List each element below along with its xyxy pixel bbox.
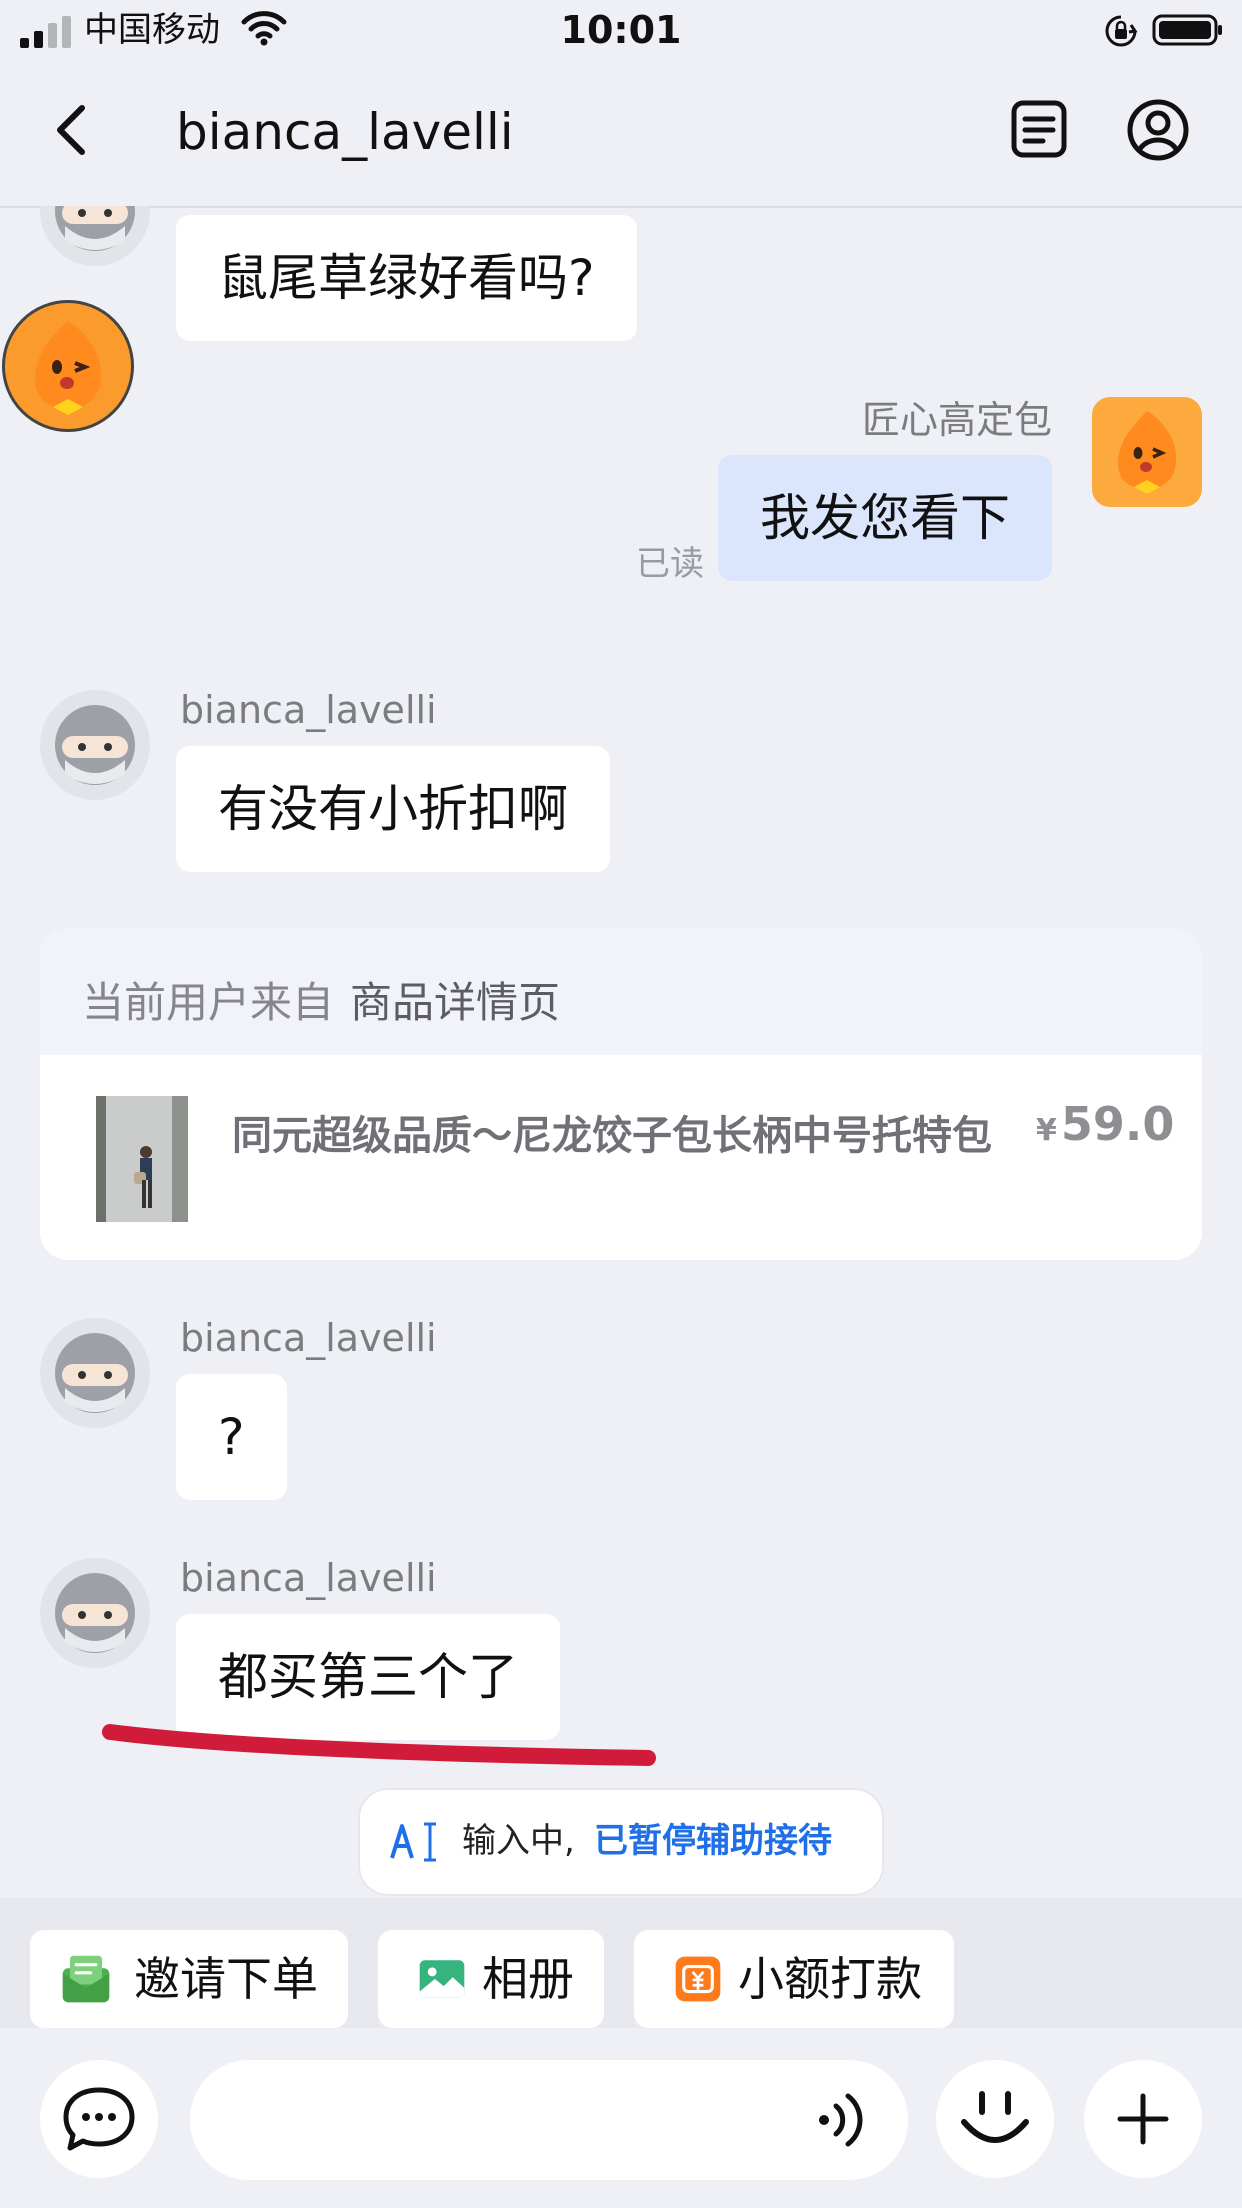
- customer-avatar[interactable]: [40, 690, 150, 800]
- product-name: 同元超级品质～尼龙饺子包长柄中号托特包: [232, 1113, 992, 1159]
- card-header: 当前用户来自 商品详情页: [40, 929, 1202, 1055]
- source-page: 商品详情页: [350, 978, 561, 1027]
- text-cursor-icon: [390, 1822, 436, 1862]
- voice-icon[interactable]: [814, 2090, 872, 2150]
- currency-symbol: ¥: [1036, 1113, 1057, 1148]
- emoji-button[interactable]: [936, 2060, 1054, 2178]
- input-bar: [0, 2028, 1242, 2208]
- message-input[interactable]: [190, 2060, 908, 2180]
- invite-order-icon: [62, 1955, 110, 2003]
- typing-text: 输入中,: [462, 1821, 575, 1861]
- notes-icon[interactable]: [1008, 98, 1070, 160]
- customer-avatar[interactable]: [40, 1318, 150, 1428]
- product-thumbnail[interactable]: [96, 1096, 188, 1222]
- sender-name: bianca_lavelli: [180, 1316, 437, 1360]
- quick-action-bar: 邀请下单 相册 小额打款: [0, 1898, 1242, 2028]
- sender-name: bianca_lavelli: [180, 1556, 437, 1600]
- sender-name: bianca_lavelli: [180, 688, 437, 732]
- paused-assist-link[interactable]: 已暂停辅助接待: [594, 1818, 832, 1864]
- status-bar: 中国移动 10:01: [0, 0, 1242, 60]
- invite-order-label: 邀请下单: [134, 1952, 318, 2006]
- small-payment-button[interactable]: 小额打款: [634, 1930, 954, 2028]
- smile-icon: [961, 2091, 1029, 2143]
- product-source-card[interactable]: 当前用户来自 商品详情页 同元超级品质～尼龙饺子包长柄中号托特包 ¥59.0: [40, 929, 1202, 1260]
- assistant-avatar[interactable]: [2, 300, 134, 432]
- more-button[interactable]: [1084, 2060, 1202, 2178]
- message-bubble[interactable]: 鼠尾草绿好看吗?: [176, 215, 637, 341]
- highlight-underline: [102, 1724, 656, 1766]
- read-receipt: 已读: [636, 544, 704, 584]
- invite-order-button[interactable]: 邀请下单: [30, 1930, 348, 2028]
- self-avatar[interactable]: [1092, 397, 1202, 507]
- back-button[interactable]: [44, 100, 104, 160]
- mascot-icon: [1118, 411, 1177, 494]
- album-icon: [419, 1960, 465, 1998]
- message-bubble[interactable]: ?: [176, 1374, 287, 1500]
- rotation-lock-icon: [1105, 15, 1138, 47]
- plus-icon: [1117, 2093, 1169, 2145]
- small-payment-icon: [675, 1956, 721, 2002]
- album-button[interactable]: 相册: [378, 1930, 604, 2028]
- mascot-icon: [35, 321, 102, 415]
- customer-avatar[interactable]: [40, 1558, 150, 1668]
- small-payment-label: 小额打款: [738, 1952, 922, 2006]
- price-value: 59.0: [1060, 1097, 1175, 1151]
- product-price: ¥59.0: [1036, 1097, 1174, 1151]
- ninja-avatar-icon: [55, 705, 135, 785]
- source-prefix: 当前用户来自: [82, 978, 335, 1027]
- profile-icon[interactable]: [1126, 98, 1190, 162]
- battery-icon: [1152, 14, 1222, 46]
- chat-bubble-icon: [63, 2087, 135, 2151]
- chat-header: bianca_lavelli: [0, 60, 1242, 208]
- ninja-avatar-icon: [55, 1333, 135, 1413]
- product-photo: [96, 1096, 188, 1222]
- chat-title: bianca_lavelli: [176, 103, 514, 161]
- self-message-bubble[interactable]: 我发您看下: [718, 455, 1052, 581]
- sender-name: 匠心高定包: [862, 398, 1053, 442]
- album-label: 相册: [482, 1952, 574, 2006]
- ninja-avatar-icon: [55, 1573, 135, 1653]
- quick-reply-button[interactable]: [40, 2060, 158, 2178]
- message-bubble[interactable]: 有没有小折扣啊: [176, 746, 610, 872]
- clock: 10:01: [560, 8, 682, 52]
- typing-status-pill: 输入中, 已暂停辅助接待: [358, 1788, 884, 1896]
